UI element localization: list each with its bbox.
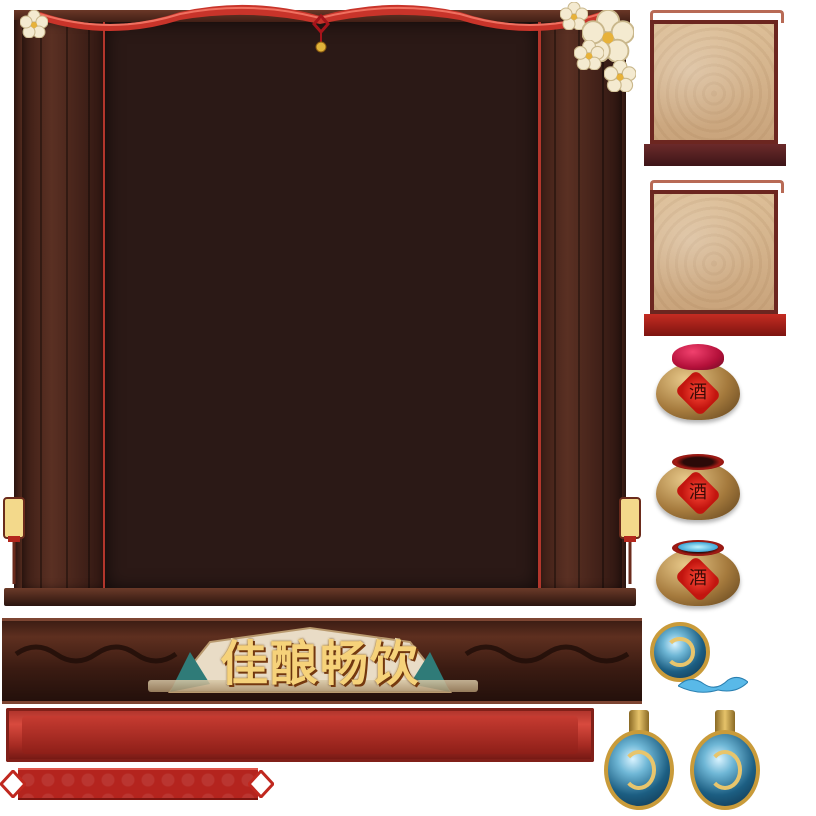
wine-jar-icon[interactable]: 酒 xyxy=(650,530,746,610)
lantern-icon xyxy=(619,497,641,584)
wine-jar-icon[interactable]: 酒 xyxy=(650,344,746,424)
curtain-right xyxy=(538,22,622,590)
lantern-icon xyxy=(3,497,25,584)
diamond-cap-icon xyxy=(248,770,274,798)
water-splash-icon xyxy=(678,676,748,693)
paper-frame-red xyxy=(644,176,786,336)
plum-blossom-icon xyxy=(574,40,604,70)
jar-label-char: 酒 xyxy=(689,382,707,403)
red-scroll-bar-inner xyxy=(22,716,578,754)
banner-title: 佳酿畅饮 xyxy=(219,636,420,692)
diamond-cap-icon xyxy=(0,770,26,798)
gourd-flask-icon[interactable] xyxy=(600,708,678,812)
red-tab-button[interactable] xyxy=(18,768,258,800)
bottom-beam xyxy=(4,588,636,606)
plum-blossom-icon xyxy=(604,60,636,92)
plum-blossom-icon xyxy=(20,10,48,38)
stage-content-panel xyxy=(105,22,538,590)
stage-frame xyxy=(0,0,641,612)
knot-icon xyxy=(312,14,330,53)
paper-frame-dark xyxy=(644,6,786,166)
wine-jar-icon[interactable]: 酒 xyxy=(650,444,746,524)
gourd-flask-icon[interactable] xyxy=(686,708,764,812)
curtain-left xyxy=(22,22,106,590)
jar-label-char: 酒 xyxy=(689,568,707,589)
jar-label-char: 酒 xyxy=(689,482,707,503)
